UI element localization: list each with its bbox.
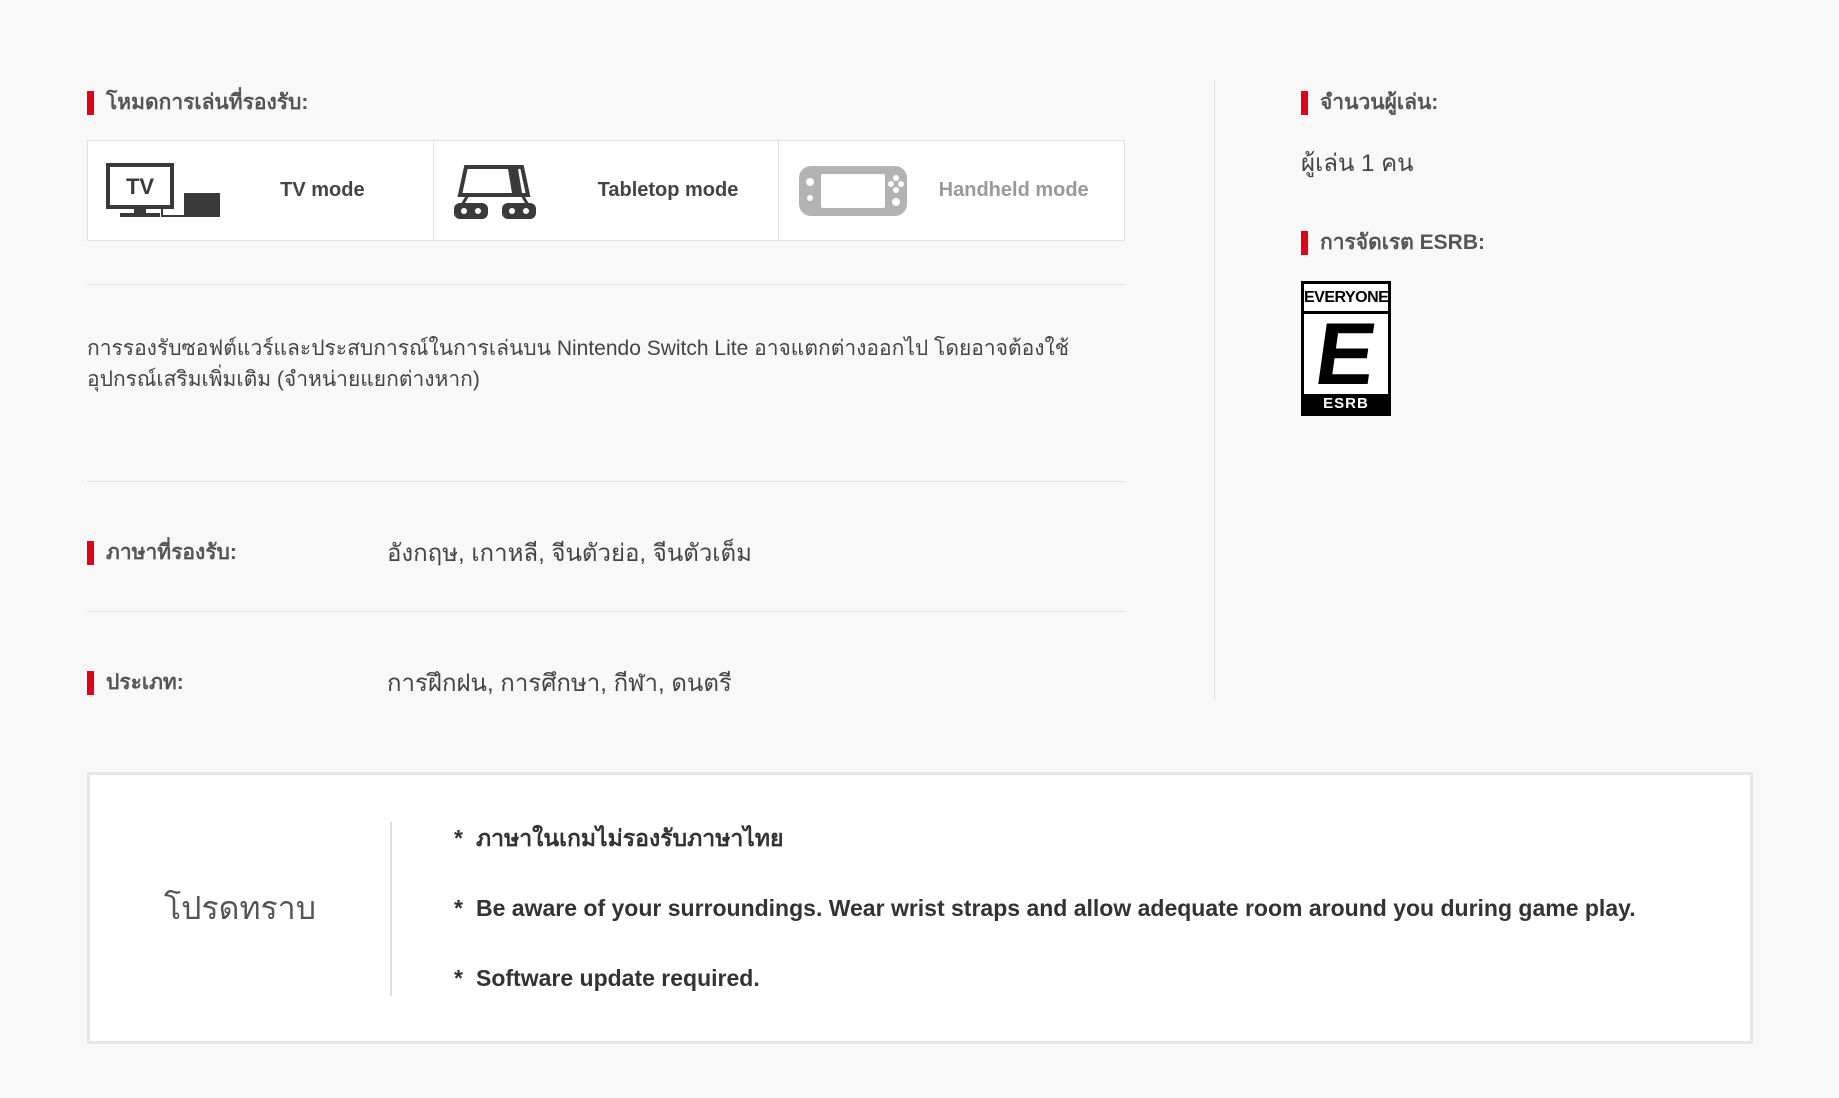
column-divider <box>1214 80 1215 700</box>
notice-list: * ภาษาในเกมไม่รองรับภาษาไทย * Be aware o… <box>454 825 1636 1035</box>
mode-tabletop: Tabletop mode <box>434 141 780 240</box>
mode-tabletop-label: Tabletop mode <box>597 179 739 201</box>
players-heading: จำนวนผู้เล่น: <box>1301 86 1438 119</box>
accent-bar <box>87 540 94 565</box>
esrb-label: การจัดเรต ESRB: <box>1320 231 1485 254</box>
compatibility-note: การรองรับซอฟต์แวร์และประสบการณ์ในการเล่น… <box>87 337 1069 391</box>
tv-icon-text: TV <box>126 174 154 199</box>
esrb-letter: E <box>1309 314 1383 394</box>
notice-item: * Be aware of your surroundings. Wear wr… <box>454 895 1636 965</box>
genre-heading: ประเภท: <box>87 666 184 699</box>
accent-bar <box>1301 90 1308 115</box>
notice-item-text: ภาษาในเกมไม่รองรับภาษาไทย <box>476 825 784 851</box>
notice-item: * ภาษาในเกมไม่รองรับภาษาไทย <box>454 825 1636 895</box>
notice-title: โปรดทราบ <box>163 889 317 926</box>
tabletop-mode-icon <box>452 161 572 221</box>
accent-bar <box>87 90 94 115</box>
players-label: จำนวนผู้เล่น: <box>1320 91 1439 114</box>
genre-label: ประเภท: <box>106 671 184 694</box>
play-modes-box: TV TV mode Tabletop mode Handheld mode <box>87 140 1125 241</box>
handheld-mode-icon <box>797 161 917 221</box>
bullet: * <box>454 965 463 991</box>
notice-separator <box>390 822 392 996</box>
game-details-page: โหมดการเล่นที่รองรับ: TV TV mode Tableto… <box>0 0 1839 1098</box>
accent-bar <box>87 670 94 695</box>
esrb-top-text: EVERYONE <box>1304 284 1389 311</box>
accent-bar <box>1301 230 1308 255</box>
esrb-bottom-text: ESRB <box>1323 395 1369 412</box>
notice-item-text: Be aware of your surroundings. Wear wris… <box>476 895 1636 921</box>
mode-tv-label: TV mode <box>280 179 365 201</box>
languages-heading: ภาษาที่รองรับ: <box>87 536 237 569</box>
mode-handheld: Handheld mode <box>779 141 1124 240</box>
mode-handheld-label: Handheld mode <box>938 179 1089 201</box>
esrb-rating-badge: EVERYONE E ESRB <box>1301 281 1391 416</box>
notice-box: โปรดทราบ * ภาษาในเกมไม่รองรับภาษาไทย * B… <box>87 772 1753 1044</box>
play-modes-heading: โหมดการเล่นที่รองรับ: <box>87 86 308 119</box>
mode-tv: TV TV mode <box>88 141 434 240</box>
genre-value: การฝึกฝน, การศึกษา, กีฬา, ดนตรี <box>387 670 732 697</box>
divider <box>87 284 1125 285</box>
bullet: * <box>454 895 463 921</box>
esrb-letter-box: E <box>1304 314 1388 394</box>
play-modes-heading-label: โหมดการเล่นที่รองรับ: <box>106 91 309 114</box>
tv-mode-icon: TV <box>106 161 226 221</box>
notice-item-text: Software update required. <box>476 965 760 991</box>
players-value: ผู้เล่น 1 คน <box>1301 150 1414 177</box>
divider <box>87 481 1125 482</box>
divider <box>87 611 1125 612</box>
notice-item: * Software update required. <box>454 965 1636 1035</box>
languages-label: ภาษาที่รองรับ: <box>106 541 237 564</box>
languages-value: อังกฤษ, เกาหลี, จีนตัวย่อ, จีนตัวเต็ม <box>387 540 752 567</box>
bullet: * <box>454 825 463 851</box>
esrb-heading: การจัดเรต ESRB: <box>1301 226 1485 259</box>
